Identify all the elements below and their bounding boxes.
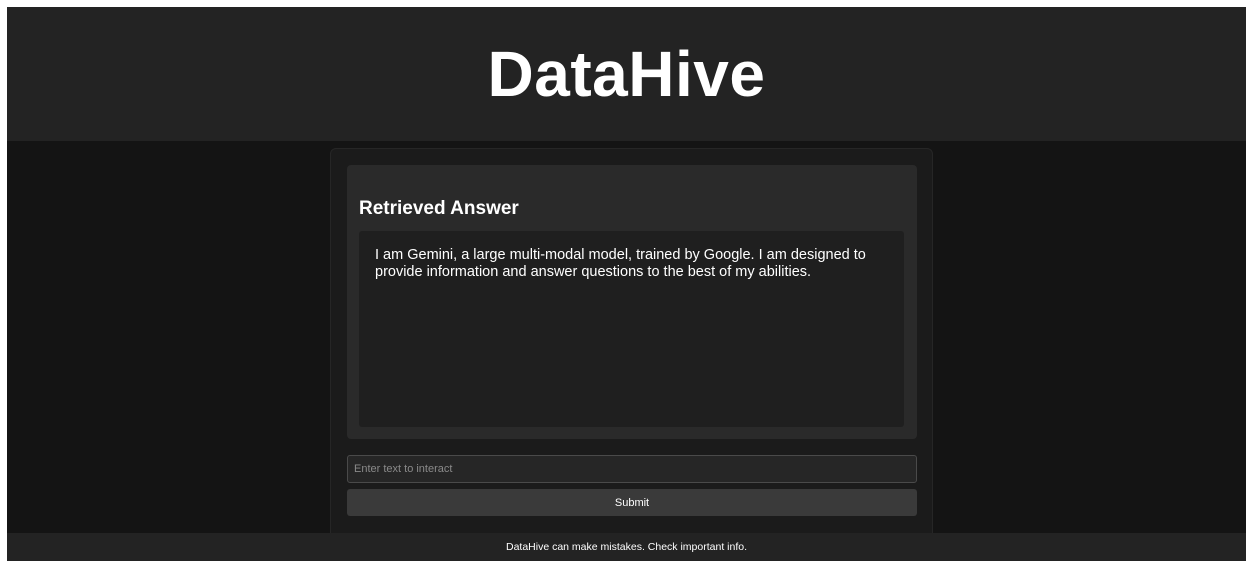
answer-card: Retrieved Answer I am Gemini, a large mu… xyxy=(347,165,917,439)
submit-button[interactable]: Submit xyxy=(347,489,917,516)
footer: DataHive can make mistakes. Check import… xyxy=(7,533,1246,561)
app-window: DataHive Retrieved Answer I am Gemini, a… xyxy=(7,7,1246,561)
app-title: DataHive xyxy=(487,38,766,110)
main-panel: Retrieved Answer I am Gemini, a large mu… xyxy=(330,148,933,548)
header: DataHive xyxy=(7,7,1246,141)
answer-heading: Retrieved Answer xyxy=(359,198,519,219)
interaction-input[interactable] xyxy=(347,455,917,483)
answer-text-box: I am Gemini, a large multi-modal model, … xyxy=(359,231,904,427)
footer-disclaimer: DataHive can make mistakes. Check import… xyxy=(505,541,747,553)
